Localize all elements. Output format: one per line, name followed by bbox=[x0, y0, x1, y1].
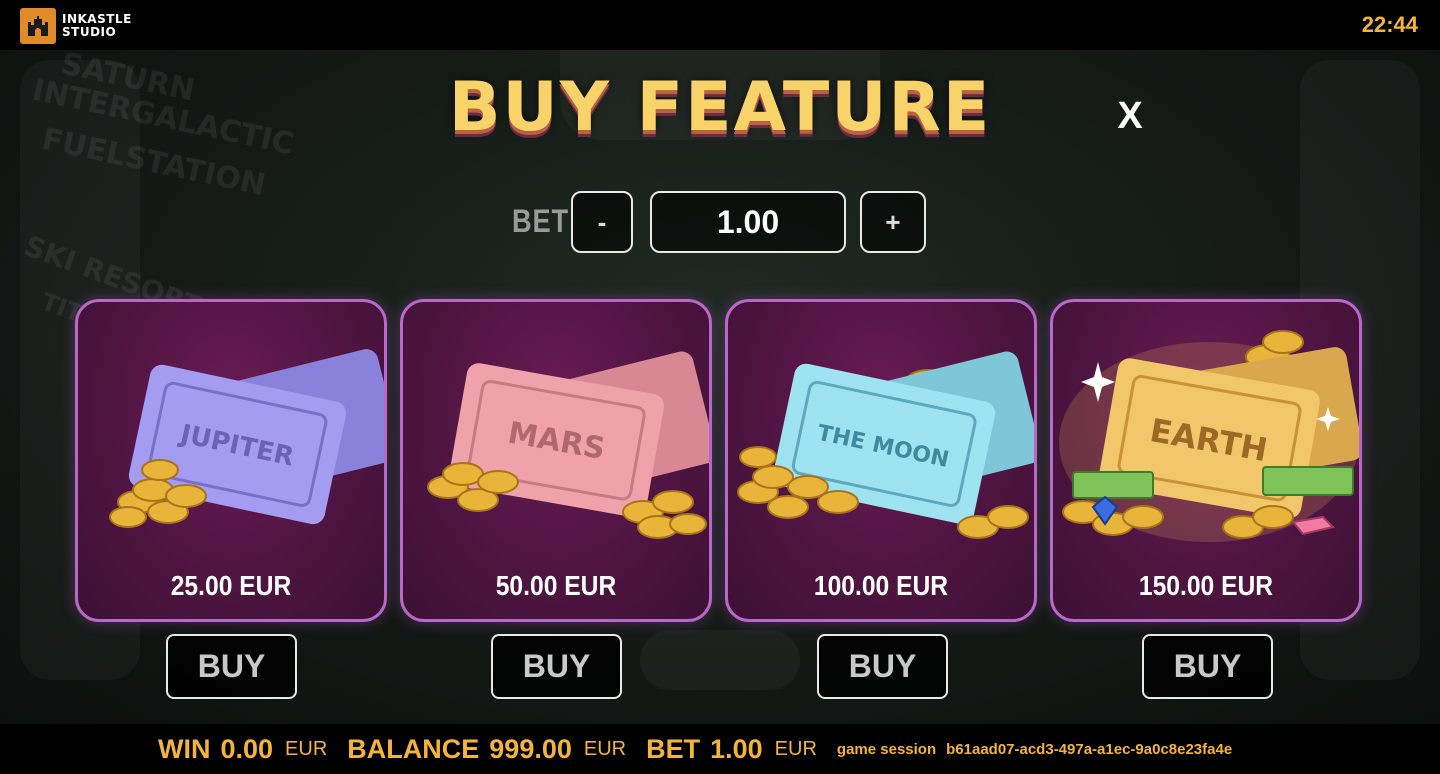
buy-button-mars[interactable]: BUY bbox=[491, 634, 622, 699]
ticket-earth-image: EARTH bbox=[1059, 330, 1359, 542]
studio-logo: INKASTLE STUDIO bbox=[20, 7, 132, 45]
clock: 22:44 bbox=[1361, 12, 1418, 37]
feature-card-jupiter[interactable]: JUPITER 25.00 EUR bbox=[75, 299, 387, 622]
balance-value: 999.00 bbox=[489, 733, 572, 764]
ticket-moon-image: THE MOON bbox=[737, 351, 1034, 539]
bet-label: BET bbox=[512, 203, 569, 239]
studio-name: INKASTLE STUDIO bbox=[62, 13, 132, 39]
balance-label: BALANCE bbox=[347, 733, 480, 764]
ticket-mars-image: MARS bbox=[427, 351, 709, 539]
feature-price: 25.00 EUR bbox=[170, 570, 292, 601]
win-currency: EUR bbox=[285, 737, 328, 760]
feature-price: 100.00 EUR bbox=[813, 570, 949, 601]
bet-footer-value: 1.00 bbox=[710, 733, 763, 764]
bg-pillar bbox=[640, 630, 800, 690]
win-label: WIN bbox=[158, 733, 211, 764]
feature-price: 150.00 EUR bbox=[1138, 570, 1274, 601]
bet-value-display: 1.00 bbox=[650, 191, 846, 253]
close-button[interactable]: X bbox=[1112, 96, 1148, 136]
session-label: game session bbox=[836, 740, 937, 758]
ticket-jupiter-image: JUPITER bbox=[109, 349, 384, 528]
feature-price: 50.00 EUR bbox=[495, 570, 617, 601]
bet-footer-label: BET bbox=[646, 733, 701, 764]
feature-card-the-moon[interactable]: THE MOON 100.00 EUR bbox=[725, 299, 1037, 622]
feature-card-earth[interactable]: EARTH 150.00 EUR bbox=[1050, 299, 1362, 622]
bet-decrease-button[interactable]: - bbox=[571, 191, 633, 253]
buy-button-the-moon[interactable]: BUY bbox=[817, 634, 948, 699]
studio-name-line2: STUDIO bbox=[62, 25, 117, 39]
session-id: b61aad07-acd3-497a-a1ec-9a0c8e23fa4e bbox=[946, 740, 1233, 758]
game-screen: INKASTLE STUDIO 22:44 SATURN INTERGALACT… bbox=[0, 0, 1440, 774]
win-value: 0.00 bbox=[220, 733, 274, 764]
bet-footer-currency: EUR bbox=[774, 737, 817, 760]
buy-button-earth[interactable]: BUY bbox=[1142, 634, 1273, 699]
top-bar: INKASTLE STUDIO 22:44 bbox=[0, 0, 1440, 50]
bet-increase-button[interactable]: + bbox=[860, 191, 926, 253]
status-bar: WIN 0.00 EUR BALANCE 999.00 EUR BET 1.00… bbox=[0, 724, 1440, 774]
dialog-title: BUY FEATURE bbox=[448, 68, 992, 147]
feature-card-mars[interactable]: MARS 50.00 EUR bbox=[400, 299, 712, 622]
buy-button-jupiter[interactable]: BUY bbox=[166, 634, 297, 699]
balance-currency: EUR bbox=[583, 737, 627, 760]
castle-icon bbox=[20, 8, 56, 44]
